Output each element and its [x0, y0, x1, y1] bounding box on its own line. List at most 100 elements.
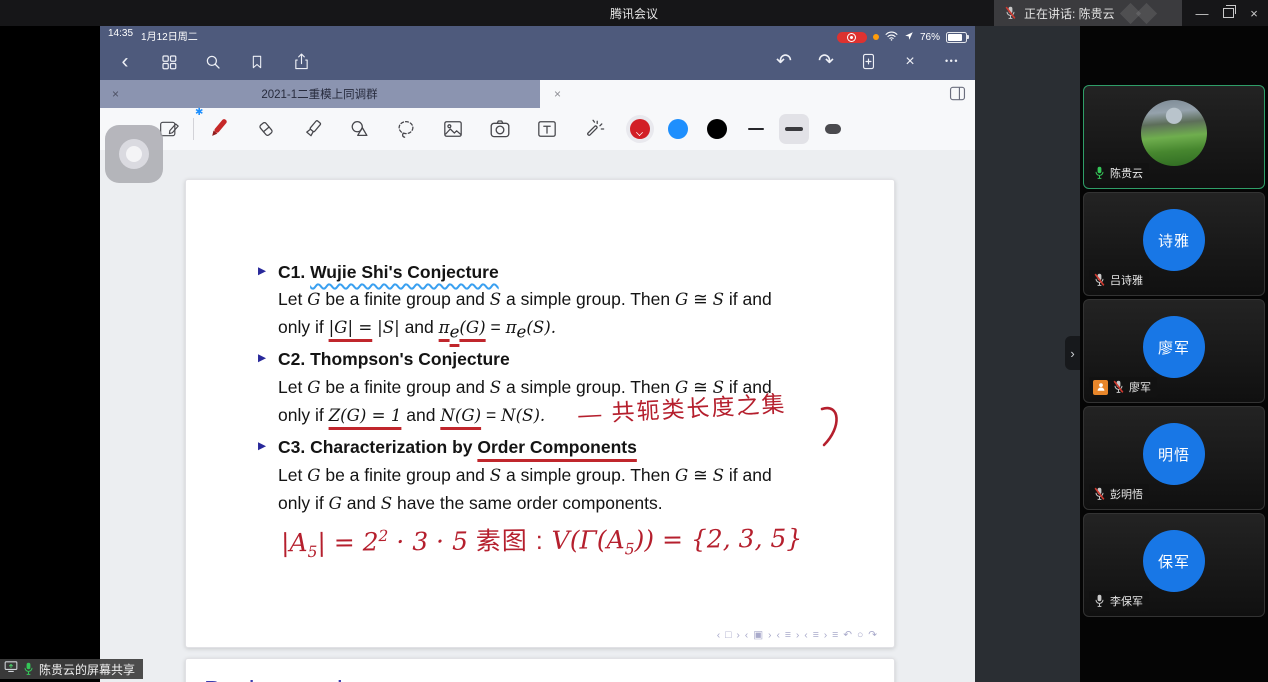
- redo-button[interactable]: ↷: [815, 51, 837, 73]
- mic-icon: [1093, 166, 1106, 180]
- minimize-button[interactable]: —: [1188, 0, 1216, 26]
- stroke-width-medium-selected[interactable]: [779, 114, 809, 144]
- date: 1月12日周二: [141, 28, 198, 43]
- participant-tile[interactable]: 诗雅 吕诗雅: [1083, 192, 1265, 296]
- thumbnails-grid-button[interactable]: [158, 51, 180, 73]
- c2-line2: only if Z(G) = 1 and N(G) = N(S).: [278, 405, 545, 426]
- sharer-mic-icon: [22, 662, 35, 676]
- mic-icon: [1112, 380, 1125, 394]
- pencil-bluetooth-icon: ✱: [195, 107, 203, 118]
- c1-line1: Let G be a finite group and S a simple g…: [278, 289, 772, 310]
- sidebar-toggle-icon[interactable]: [948, 85, 967, 107]
- avatar: 廖军: [1143, 316, 1205, 378]
- participant-name: 李保军: [1110, 593, 1143, 609]
- color-swatch-red-selected[interactable]: [626, 115, 654, 143]
- slide-page: ▶ C1. Wujie Shi's Conjecture Let G be a f…: [185, 179, 895, 648]
- notes-canvas[interactable]: ▶ C1. Wujie Shi's Conjecture Let G be a f…: [100, 150, 975, 682]
- highlighter-tool[interactable]: [302, 118, 324, 140]
- muted-mic-icon: [1004, 6, 1017, 20]
- avatar: 保军: [1143, 530, 1205, 592]
- stroke-width-thick[interactable]: [818, 114, 848, 144]
- tab-active[interactable]: ×: [540, 80, 975, 108]
- participant-name: 吕诗雅: [1110, 272, 1143, 288]
- participant-namebar: 陈贵云: [1089, 163, 1149, 183]
- screen-share-label: 陈贵云的屏幕共享: [39, 661, 135, 678]
- camera-tool[interactable]: [489, 119, 512, 140]
- screen-share-icon: [4, 660, 18, 678]
- participant-namebar: 彭明悟: [1089, 484, 1149, 504]
- panel-collapse-button[interactable]: ›: [1065, 336, 1080, 370]
- back-button[interactable]: ‹: [114, 51, 136, 73]
- c3-line2: only if G and S have the same order comp…: [278, 493, 663, 514]
- tab-document[interactable]: × 2021-1二重模上同调群: [100, 80, 540, 108]
- close-button[interactable]: ×: [1240, 0, 1268, 26]
- stroke-width-thin[interactable]: [741, 114, 771, 144]
- pen-tool-selected[interactable]: ✱: [206, 116, 230, 142]
- participant-namebar: 李保军: [1089, 591, 1149, 611]
- bullet-icon: ▶: [258, 352, 266, 364]
- participant-namebar: 吕诗雅: [1089, 270, 1149, 290]
- laser-pointer-tool[interactable]: [583, 118, 606, 140]
- recording-pill: [837, 32, 867, 43]
- next-slide-page: Background: [185, 658, 895, 682]
- battery-icon: [946, 32, 967, 43]
- participant-namebar: 廖军: [1089, 377, 1157, 397]
- eraser-tool[interactable]: [255, 118, 277, 140]
- window-titlebar: 腾讯会议 正在讲话: 陈贵云 — ×: [0, 0, 1268, 26]
- shapes-tool[interactable]: [349, 118, 372, 140]
- clock: 14:35: [108, 28, 133, 43]
- color-swatch-black[interactable]: [707, 119, 727, 139]
- c3-line1: Let G be a finite group and S a simple g…: [278, 465, 772, 486]
- participant-tile[interactable]: 陈贵云: [1083, 85, 1265, 189]
- more-button[interactable]: •••: [941, 51, 963, 73]
- participant-tile[interactable]: 廖军 廖军: [1083, 299, 1265, 403]
- c1-title: C1. Wujie Shi's Conjecture: [278, 262, 499, 282]
- speaking-label: 正在讲话: 陈贵云: [1024, 5, 1115, 22]
- tencent-meeting-window: 腾讯会议 正在讲话: 陈贵云 — × 14:35 1月12日周二: [0, 0, 1268, 682]
- add-page-button[interactable]: [857, 51, 879, 73]
- participant-name: 彭明悟: [1110, 486, 1143, 502]
- screen-share-overlay: 陈贵云的屏幕共享: [0, 659, 143, 679]
- bullet-icon: ▶: [258, 440, 266, 452]
- mic-icon: [1093, 273, 1106, 287]
- search-button[interactable]: [202, 51, 224, 73]
- c3-title: C3. Characterization by Order Components: [278, 437, 637, 457]
- beamer-nav-symbols: ‹ □ › ‹ ▣ › ‹ ≡ › ‹ ≡ › ≡ ↶ ○ ↷: [717, 629, 878, 641]
- assistive-touch-button[interactable]: [105, 125, 163, 183]
- avatar: 诗雅: [1143, 209, 1205, 271]
- handwritten-flourish: [816, 405, 842, 449]
- restore-button[interactable]: [1214, 0, 1242, 26]
- mic-in-use-dot: [873, 34, 879, 40]
- panel-divider-strip: ›: [975, 26, 1080, 682]
- handwritten-formula: |A5| = 22 · 3 · 5 素图 : V(Γ(A5)) = {2, 3,…: [281, 519, 803, 562]
- ipad-status-bar: 14:35 1月12日周二 76%: [100, 26, 975, 43]
- avatar: [1141, 100, 1207, 166]
- participant-tile[interactable]: 明悟 彭明悟: [1083, 406, 1265, 510]
- tab-close-icon[interactable]: ×: [554, 87, 561, 101]
- speaking-indicator: 正在讲话: 陈贵云: [994, 0, 1182, 26]
- share-button[interactable]: [290, 51, 312, 73]
- image-tool[interactable]: [442, 119, 465, 139]
- next-slide-title: Background: [204, 675, 343, 682]
- participant-name: 廖军: [1129, 379, 1151, 395]
- mic-icon: [1093, 487, 1106, 501]
- participant-panel: 陈贵云 诗雅 吕诗雅 廖军: [1080, 26, 1268, 682]
- tab-title: 2021-1二重模上同调群: [119, 86, 520, 102]
- mic-icon: [1093, 594, 1106, 608]
- notes-app-toolbar: ‹ ↶ ↷ × •: [100, 43, 975, 80]
- undo-button[interactable]: ↶: [773, 51, 795, 73]
- document-tab-bar: × 2021-1二重模上同调群 ×: [100, 80, 975, 108]
- text-tool[interactable]: [536, 119, 558, 139]
- pen-toolbar: ✱: [100, 108, 975, 151]
- participant-tile[interactable]: 保军 李保军: [1083, 513, 1265, 617]
- avatar: 明悟: [1143, 423, 1205, 485]
- host-badge-icon: [1093, 380, 1108, 395]
- bullet-icon: ▶: [258, 265, 266, 277]
- exit-button[interactable]: ×: [899, 51, 921, 73]
- bookmark-button[interactable]: [246, 51, 268, 73]
- shared-screen: 14:35 1月12日周二 76% ‹: [100, 26, 975, 682]
- lasso-tool[interactable]: [395, 118, 418, 140]
- participant-name: 陈贵云: [1110, 165, 1143, 181]
- color-swatch-blue[interactable]: [668, 119, 688, 139]
- tab-close-icon[interactable]: ×: [112, 87, 119, 101]
